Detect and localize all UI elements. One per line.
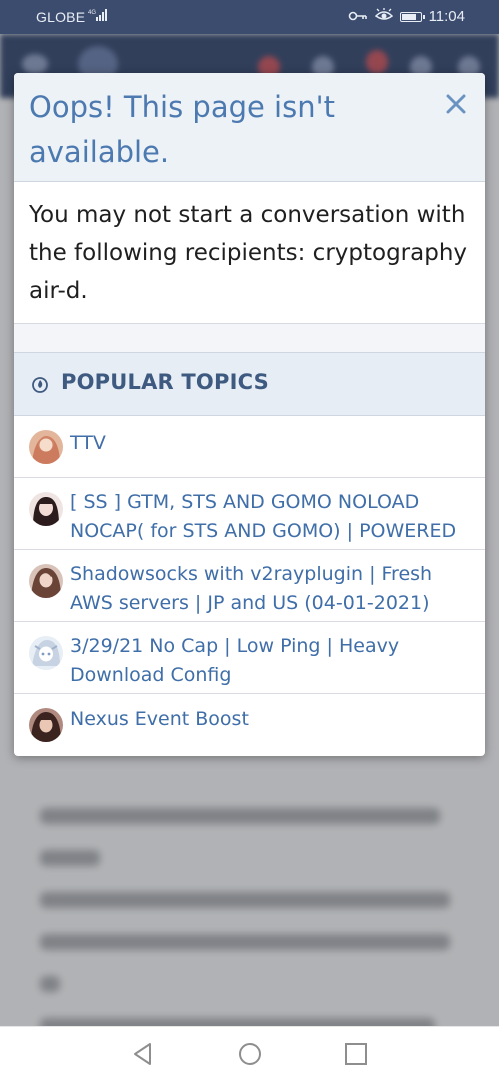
popular-topics-header: POPULAR TOPICS [14, 352, 485, 416]
topic-item-no-cap[interactable]: 3/29/21 No Cap | Low Ping | Heavy Downlo… [14, 622, 485, 694]
avatar [29, 564, 63, 598]
topic-link[interactable]: Shadowsocks with v2rayplugin | Fresh AWS… [70, 560, 470, 618]
carrier-label: GLOBE [36, 9, 86, 25]
error-message: You may not start a conversation with th… [29, 202, 468, 304]
home-button[interactable] [237, 1041, 263, 1067]
topic-item-ttv[interactable]: TTV [14, 416, 485, 478]
flame-icon [31, 375, 49, 393]
recents-button[interactable] [343, 1041, 369, 1067]
close-icon [446, 94, 466, 114]
topic-item-shadowsocks[interactable]: Shadowsocks with v2rayplugin | Fresh AWS… [14, 550, 485, 622]
avatar [29, 708, 63, 742]
dialog-header: Oops! This page isn't available. [14, 73, 485, 182]
signal-icon: 4G [88, 8, 112, 24]
topic-link[interactable]: [ SS ] GTM, STS AND GOMO NOLOAD NOCAP( f… [70, 488, 470, 546]
network-label: 4G [88, 10, 96, 16]
system-nav-bar [0, 1026, 499, 1080]
avatar [29, 492, 63, 526]
topic-link[interactable]: 3/29/21 No Cap | Low Ping | Heavy Downlo… [70, 632, 470, 690]
avatar [29, 636, 63, 670]
topic-item-ss-gtm[interactable]: [ SS ] GTM, STS AND GOMO NOLOAD NOCAP( f… [14, 478, 485, 550]
avatar [29, 430, 63, 464]
dialog-title: Oops! This page isn't available. [29, 90, 335, 169]
status-bar: GLOBE 4G 11:04 [0, 0, 499, 34]
close-button[interactable] [443, 91, 469, 117]
dialog-body: You may not start a conversation with th… [14, 182, 485, 324]
popular-topics-title: POPULAR TOPICS [61, 370, 269, 394]
recents-icon [345, 1043, 367, 1065]
section-divider [14, 324, 485, 352]
back-button[interactable] [130, 1041, 156, 1067]
eye-icon [374, 8, 393, 25]
clock: 11:04 [428, 8, 465, 25]
battery-icon [399, 11, 425, 22]
popular-topics-list: TTV [ SS ] GTM, STS AND GOMO NOLOAD NOCA… [14, 416, 485, 756]
topic-link[interactable]: Nexus Event Boost [70, 705, 470, 734]
home-icon [239, 1043, 261, 1065]
key-icon [348, 9, 368, 25]
topic-item-nexus[interactable]: Nexus Event Boost [14, 694, 485, 756]
topic-link[interactable]: TTV [70, 429, 470, 458]
error-dialog: Oops! This page isn't available. You may… [14, 73, 485, 756]
back-icon [134, 1043, 151, 1065]
